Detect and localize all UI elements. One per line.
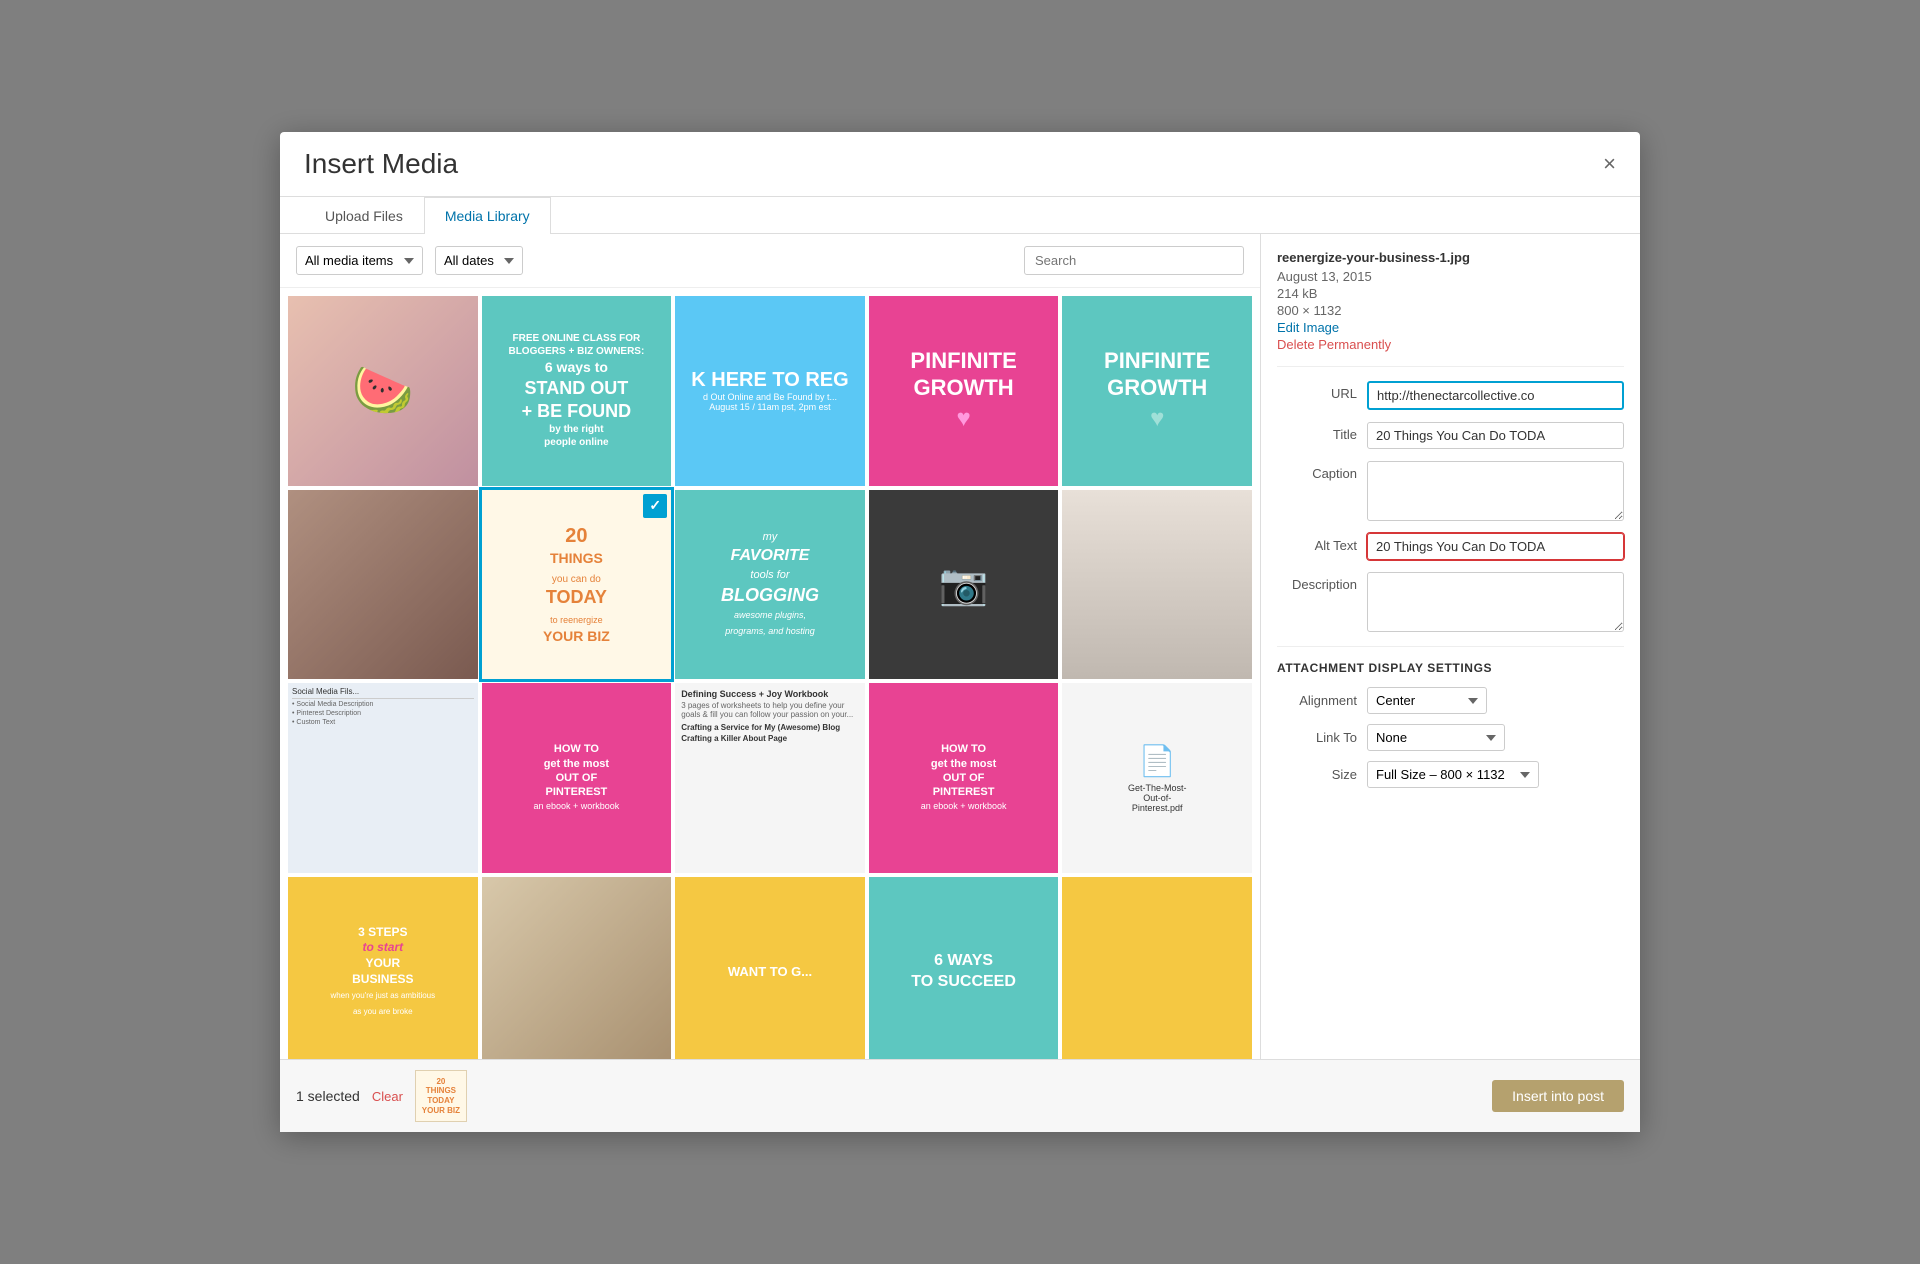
tab-media-library[interactable]: Media Library xyxy=(424,197,551,234)
alignment-label: Alignment xyxy=(1277,693,1367,708)
media-item[interactable] xyxy=(1062,877,1252,1059)
title-field-row: Title xyxy=(1277,422,1624,449)
media-item[interactable]: 🍉 xyxy=(288,296,478,486)
tab-upload[interactable]: Upload Files xyxy=(304,197,424,234)
filter-bar: All media items All dates xyxy=(280,234,1260,288)
close-button[interactable]: × xyxy=(1603,153,1616,175)
media-item[interactable]: 6 WAYSTO SUCCEED xyxy=(869,877,1059,1059)
media-item[interactable]: K HERE TO REG d Out Online and Be Found … xyxy=(675,296,865,486)
description-input[interactable] xyxy=(1367,572,1624,632)
date-filter[interactable]: All dates xyxy=(435,246,523,275)
media-item[interactable]: myFAVORITEtools forBLOGGING awesome plug… xyxy=(675,490,865,680)
modal-overlay: Insert Media × Upload Files Media Librar… xyxy=(0,0,1920,1264)
media-item[interactable]: WANT TO G... xyxy=(675,877,865,1059)
modal-title: Insert Media xyxy=(304,148,458,180)
media-item[interactable]: Social Media Fils... • Social Media Desc… xyxy=(288,683,478,873)
file-size: 214 kB xyxy=(1277,286,1624,301)
modal-footer: 1 selected Clear 20THINGSTODAYYOUR BIZ I… xyxy=(280,1059,1640,1132)
media-item[interactable]: 📷 xyxy=(869,490,1059,680)
media-item-selected[interactable]: 20 THINGS you can do TODAY to reenergize… xyxy=(482,490,672,680)
media-item[interactable]: FREE ONLINE CLASS FORBLOGGERS + BIZ OWNE… xyxy=(482,296,672,486)
clear-button[interactable]: Clear xyxy=(372,1089,403,1104)
media-item[interactable]: PINFINITEGROWTH ♥ xyxy=(869,296,1059,486)
file-name: reenergize-your-business-1.jpg xyxy=(1277,250,1624,265)
caption-label: Caption xyxy=(1277,461,1367,481)
delete-permanently-link[interactable]: Delete Permanently xyxy=(1277,337,1624,352)
selected-count: 1 selected xyxy=(296,1088,360,1104)
insert-media-modal: Insert Media × Upload Files Media Librar… xyxy=(280,132,1640,1132)
caption-field-row: Caption xyxy=(1277,461,1624,521)
size-select[interactable]: Full Size – 800 × 1132 Medium – 300 × 37… xyxy=(1367,761,1539,788)
description-field-row: Description xyxy=(1277,572,1624,632)
search-input[interactable] xyxy=(1024,246,1244,275)
media-item[interactable]: HOW TOget the mostOUT OFPINTEREST an ebo… xyxy=(482,683,672,873)
selected-thumbnail: 20THINGSTODAYYOUR BIZ xyxy=(415,1070,467,1122)
alignment-select[interactable]: Center None Left Right xyxy=(1367,687,1487,714)
alignment-row: Alignment Center None Left Right xyxy=(1277,687,1624,714)
file-dimensions: 800 × 1132 xyxy=(1277,303,1624,318)
media-item[interactable]: HOW TOget the mostOUT OFPINTEREST an ebo… xyxy=(869,683,1059,873)
media-item[interactable]: PINFINITEGROWTH ♥ xyxy=(1062,296,1252,486)
media-item[interactable] xyxy=(482,877,672,1059)
selected-check-icon: ✓ xyxy=(643,494,667,518)
title-input[interactable] xyxy=(1367,422,1624,449)
media-item[interactable]: 📄 Get-The-Most-Out-of-Pinterest.pdf xyxy=(1062,683,1252,873)
media-item[interactable] xyxy=(288,490,478,680)
title-label: Title xyxy=(1277,422,1367,442)
url-field-row: URL xyxy=(1277,381,1624,410)
link-to-label: Link To xyxy=(1277,730,1367,745)
media-grid: 🍉 FREE ONLINE CLASS FORBLOGGERS + BIZ OW… xyxy=(280,288,1260,1059)
size-row: Size Full Size – 800 × 1132 Medium – 300… xyxy=(1277,761,1624,788)
edit-image-link[interactable]: Edit Image xyxy=(1277,320,1624,335)
file-date: August 13, 2015 xyxy=(1277,269,1624,284)
attachment-settings-title: ATTACHMENT DISPLAY SETTINGS xyxy=(1277,661,1624,675)
size-label: Size xyxy=(1277,767,1367,782)
link-to-select[interactable]: None Media File Attachment Page Custom U… xyxy=(1367,724,1505,751)
url-input[interactable] xyxy=(1367,381,1624,410)
caption-input[interactable] xyxy=(1367,461,1624,521)
media-type-filter[interactable]: All media items xyxy=(296,246,423,275)
modal-body: All media items All dates 🍉 xyxy=(280,234,1640,1059)
media-item[interactable]: Defining Success + Joy Workbook 3 pages … xyxy=(675,683,865,873)
alt-text-input[interactable] xyxy=(1367,533,1624,560)
details-sidebar: reenergize-your-business-1.jpg August 13… xyxy=(1260,234,1640,1059)
modal-tabs: Upload Files Media Library xyxy=(280,197,1640,234)
media-item[interactable] xyxy=(1062,490,1252,680)
alt-text-field-row: Alt Text xyxy=(1277,533,1624,560)
description-label: Description xyxy=(1277,572,1367,592)
alt-text-label: Alt Text xyxy=(1277,533,1367,553)
modal-header: Insert Media × xyxy=(280,132,1640,197)
insert-into-post-button[interactable]: Insert into post xyxy=(1492,1080,1624,1112)
url-label: URL xyxy=(1277,381,1367,401)
media-grid-area: All media items All dates 🍉 xyxy=(280,234,1260,1059)
link-to-row: Link To None Media File Attachment Page … xyxy=(1277,724,1624,751)
media-item[interactable]: 3 STEPSto startYOURBUSINESS when you're … xyxy=(288,877,478,1059)
